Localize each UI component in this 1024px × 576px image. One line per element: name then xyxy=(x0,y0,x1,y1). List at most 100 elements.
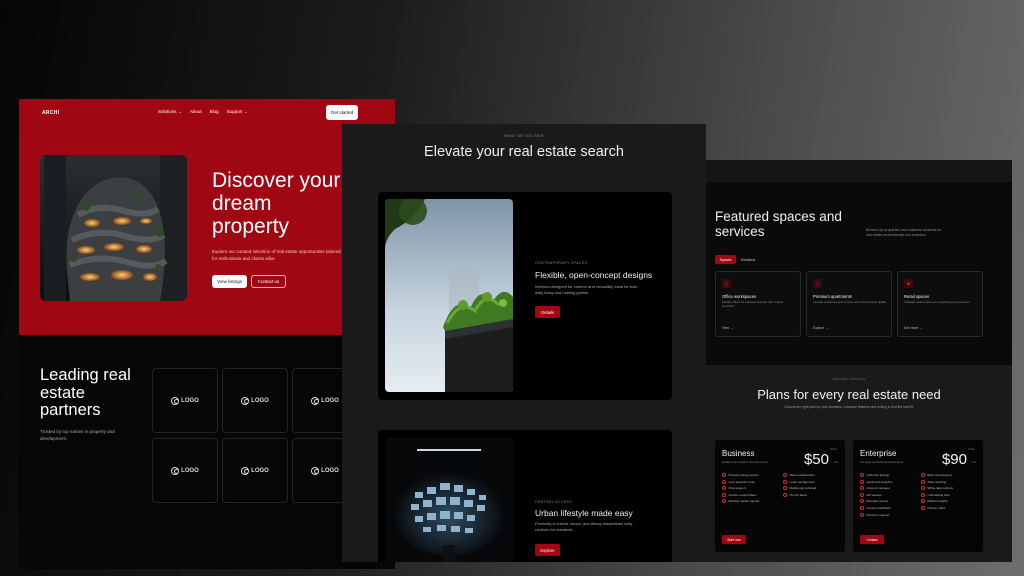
check-circle-icon xyxy=(860,499,864,504)
tab-solutions[interactable]: Solutions xyxy=(738,255,758,264)
feature-item: API access xyxy=(860,492,892,497)
plan-name: Enterprise xyxy=(860,449,897,458)
feature-item: Property listing access xyxy=(722,473,759,477)
check-circle-icon xyxy=(722,486,726,491)
card-eyebrow: CONTEMPORARY SPACES xyxy=(535,261,588,265)
plan-features: Team collaboration Lead management Mobil… xyxy=(783,473,816,497)
plan-price-unit: /mo xyxy=(833,460,838,464)
pricing-subtitle: Choose the right plan for your business.… xyxy=(784,405,914,409)
chevron-down-icon: ⌄ xyxy=(244,109,248,114)
details-button[interactable]: Details xyxy=(535,306,560,318)
tab-spaces[interactable]: Spaces xyxy=(715,255,736,264)
plan-name: Business xyxy=(722,449,755,458)
feature-item: Monthly market reports xyxy=(722,499,759,504)
features-panel: WHAT WE DELIVER Elevate your real estate… xyxy=(342,124,706,562)
feature-item: Bulk import/export xyxy=(921,473,953,477)
card-description: Interiors designed for comfort and versa… xyxy=(535,284,638,295)
logo-mark-icon xyxy=(241,396,250,405)
check-circle-icon xyxy=(722,473,726,477)
home-icon: ⌂ xyxy=(813,279,822,288)
explore-button[interactable]: Explore xyxy=(535,544,560,556)
hero-building-image xyxy=(40,155,187,301)
feature-item: Lead management xyxy=(783,479,816,484)
feature-item: Chat support xyxy=(722,486,759,491)
feature-item: Advanced analytics xyxy=(860,479,892,484)
top-nav: Solutions ⌄ About Blog Support ⌄ xyxy=(158,109,248,114)
section-eyebrow: WHAT WE DELIVER xyxy=(503,134,545,138)
logo-mark-icon xyxy=(241,466,250,475)
contact-us-button[interactable]: Contact us xyxy=(251,275,286,288)
card-title: Flexible, open-concept designs xyxy=(535,270,653,280)
hero-section: ARCHI Solutions ⌄ About Blog Support ⌄ Get… xyxy=(19,99,395,335)
logo-mark-icon xyxy=(171,396,180,405)
featured-subtitle: Browse top properties and business solut… xyxy=(866,228,942,237)
feature-item: White-label options xyxy=(921,486,953,491)
pricing-title: Plans for every real estate need xyxy=(757,387,941,402)
feature-item: Onboarding help xyxy=(921,492,953,497)
logo-mark-icon xyxy=(171,466,180,475)
check-circle-icon xyxy=(921,486,925,491)
arrow-right-icon: → xyxy=(730,326,734,330)
feature-item: Mobile app included xyxy=(783,486,816,491)
view-listings-button[interactable]: View listings xyxy=(212,275,247,288)
card-description: Proximity to transit, shops, and dining … xyxy=(535,521,633,532)
check-circle-icon xyxy=(860,479,864,484)
plan-features: Property listing access Core analytics t… xyxy=(722,473,759,504)
nav-item-support[interactable]: Support ⌄ xyxy=(227,109,248,114)
logo-mark-icon xyxy=(311,396,320,405)
card-eyebrow: CENTRAL ACCESS xyxy=(535,500,572,504)
start-now-button[interactable]: Start now xyxy=(722,535,746,544)
top-strip xyxy=(686,160,1012,182)
feature-item: Partner offers xyxy=(921,505,953,510)
chevron-down-icon: ⌄ xyxy=(178,109,182,114)
check-circle-icon xyxy=(921,473,925,477)
check-circle-icon xyxy=(860,473,864,477)
plan-card-business: Business Designed for small to mid-size … xyxy=(715,440,845,552)
check-circle-icon xyxy=(783,486,787,491)
feature-item: Account manager xyxy=(860,486,892,491)
plan-price-prefix: From xyxy=(968,447,975,451)
plan-price-unit: /mo xyxy=(971,460,976,464)
feature-item: Branded reports xyxy=(860,499,892,504)
plan-description: For large networks and developers xyxy=(860,460,904,464)
partner-logo: LOGO xyxy=(152,438,218,503)
check-circle-icon xyxy=(860,505,864,510)
nav-item-solutions[interactable]: Solutions ⌄ xyxy=(158,109,182,114)
urban-screens-image xyxy=(385,437,513,562)
nav-item-blog[interactable]: Blog xyxy=(210,109,219,114)
service-link[interactable]: See more → xyxy=(904,326,923,330)
get-started-button[interactable]: Get started xyxy=(326,105,358,120)
plan-description: Designed for small to mid-size teams xyxy=(722,460,768,464)
check-circle-icon xyxy=(722,499,726,504)
feature-item: Custom search filters xyxy=(722,492,759,497)
service-title: Office workspaces xyxy=(722,294,757,299)
plan-price: $90 xyxy=(941,451,967,468)
service-card-retail[interactable]: ◈ Retail spaces Strategic retail locatio… xyxy=(897,271,983,337)
service-description: Upscale residences with comfort and refi… xyxy=(813,300,887,304)
service-link[interactable]: View → xyxy=(722,326,733,330)
partners-subtitle: Trusted by top names in property and dev… xyxy=(40,429,115,441)
service-card-apartments[interactable]: ⌂ Premium apartments Upscale residences … xyxy=(806,271,892,337)
feature-item: Unlimited listings xyxy=(860,473,892,477)
brand-logo[interactable]: ARCHI xyxy=(42,110,59,116)
service-description: Flexible offices for business success wi… xyxy=(722,300,784,308)
feature-card-designs: CONTEMPORARY SPACES Flexible, open-conce… xyxy=(378,192,672,400)
check-circle-icon xyxy=(921,505,925,510)
featured-title: Featured spaces and services xyxy=(715,209,842,239)
service-link[interactable]: Explore → xyxy=(813,326,828,330)
plan-card-enterprise: Enterprise For large networks and develo… xyxy=(853,440,983,552)
contact-button[interactable]: Contact xyxy=(860,535,884,544)
feature-item: Core analytics tools xyxy=(722,479,759,484)
hero-title: Discover your dream property xyxy=(212,169,341,238)
feature-item: Market insights xyxy=(921,499,953,504)
check-circle-icon xyxy=(783,473,787,477)
nav-item-about[interactable]: About xyxy=(190,109,202,114)
store-icon: ◈ xyxy=(904,279,913,288)
check-circle-icon xyxy=(722,492,726,497)
service-title: Premium apartments xyxy=(813,294,852,299)
plan-features: Bulk import/export Team tracking White-l… xyxy=(921,473,953,510)
service-card-office[interactable]: ▯ Office workspaces Flexible offices for… xyxy=(715,271,801,337)
service-title: Retail spaces xyxy=(904,294,930,299)
check-circle-icon xyxy=(921,492,925,497)
services-pricing-panel: Featured spaces and services Browse top … xyxy=(686,160,1012,562)
